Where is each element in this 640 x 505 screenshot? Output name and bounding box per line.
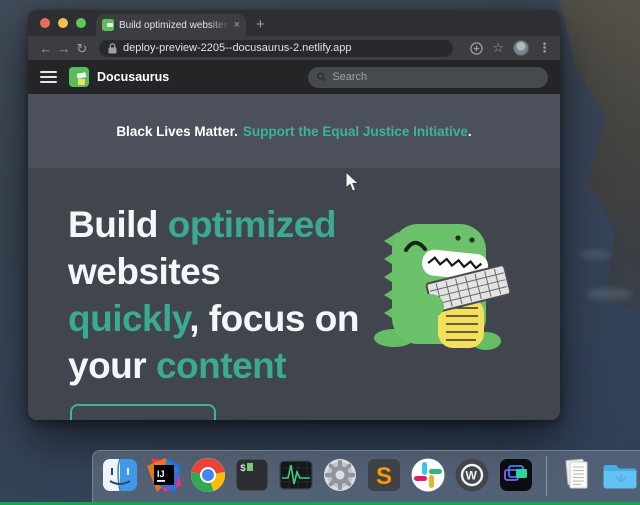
browser-toolbar: ← → ↻ deploy-preview-2205--docusaurus-2.… (28, 36, 560, 60)
zoom-window-button[interactable] (76, 18, 86, 28)
tab-close-icon[interactable]: × (234, 20, 240, 31)
wallpaper-island-rock (552, 0, 640, 312)
dock-downloads-folder-icon[interactable] (602, 456, 640, 494)
browser-window: Build optimized websites quic × + ← → ↻ … (28, 10, 560, 420)
dock-intellij-icon[interactable]: IJ (145, 456, 183, 494)
dock-chrome-icon[interactable] (189, 456, 227, 494)
hero-line: websites (68, 248, 359, 295)
address-bar[interactable]: deploy-preview-2205--docusaurus-2.netlif… (99, 40, 453, 57)
svg-text:W: W (466, 469, 478, 483)
page-viewport: Docusaurus Black Lives Matter. Support t… (28, 60, 560, 420)
hamburger-menu-icon[interactable] (40, 71, 57, 83)
lock-icon (108, 43, 117, 54)
dock-workplace-icon[interactable]: W (453, 456, 491, 494)
dock-screens-app-icon[interactable] (497, 456, 535, 494)
tab-title: Build optimized websites quic (119, 20, 229, 31)
dock-system-preferences-icon[interactable] (321, 456, 359, 494)
bookmark-star-icon[interactable]: ☆ (492, 40, 504, 56)
dock-documents-stack-icon[interactable] (558, 456, 596, 494)
forward-icon[interactable]: → (55, 42, 73, 55)
dock-slack-icon[interactable] (409, 456, 447, 494)
announcement-suffix: . (468, 124, 472, 139)
browser-menu-icon[interactable]: ⋮ (538, 40, 551, 56)
site-navbar: Docusaurus (28, 60, 560, 94)
new-tab-button[interactable]: + (256, 17, 265, 32)
circle-plus-icon[interactable] (470, 42, 483, 55)
search-icon (317, 72, 326, 82)
docusaurus-mascot-illustration (364, 210, 514, 355)
svg-text:$: $ (240, 463, 246, 475)
svg-text:IJ: IJ (157, 469, 165, 479)
back-icon[interactable]: ← (37, 42, 55, 55)
hero-section: Build optimized websites quickly, focus … (28, 168, 560, 420)
dock-sublime-text-icon[interactable]: S (365, 456, 403, 494)
docusaurus-logo[interactable] (69, 67, 89, 87)
profile-avatar[interactable] (513, 40, 529, 56)
window-controls (40, 18, 86, 28)
site-brand[interactable]: Docusaurus (97, 70, 169, 84)
url-text: deploy-preview-2205--docusaurus-2.netlif… (123, 42, 351, 54)
browser-tab[interactable]: Build optimized websites quic × (96, 14, 246, 36)
announcement-link[interactable]: Support the Equal Justice Initiative (243, 124, 468, 139)
close-window-button[interactable] (40, 18, 50, 28)
wallpaper-foam (586, 288, 632, 300)
minimize-window-button[interactable] (58, 18, 68, 28)
announcement-bar: Black Lives Matter. Support the Equal Ju… (28, 94, 560, 168)
dock-terminal-icon[interactable]: $ (233, 456, 271, 494)
dock-finder-icon[interactable] (101, 456, 139, 494)
wallpaper-foam (580, 250, 610, 259)
svg-text:S: S (376, 463, 392, 490)
mouse-cursor (345, 171, 360, 193)
hero-cta-button[interactable] (70, 404, 216, 420)
dock: IJ $ S (92, 450, 640, 505)
hero-line: quickly, focus on (68, 295, 359, 342)
hero-heading: Build optimized websites quickly, focus … (68, 201, 359, 389)
reload-icon[interactable]: ↻ (73, 42, 91, 55)
hero-line: Build optimized (68, 201, 359, 248)
dock-activity-monitor-icon[interactable] (277, 456, 315, 494)
docusaurus-favicon (102, 19, 114, 31)
dock-divider (546, 456, 547, 496)
site-search[interactable] (308, 67, 548, 88)
search-input[interactable] (332, 71, 539, 83)
announcement-text: Black Lives Matter. (116, 124, 238, 139)
hero-line: your content (68, 342, 359, 389)
tab-strip: Build optimized websites quic × + (28, 10, 560, 36)
